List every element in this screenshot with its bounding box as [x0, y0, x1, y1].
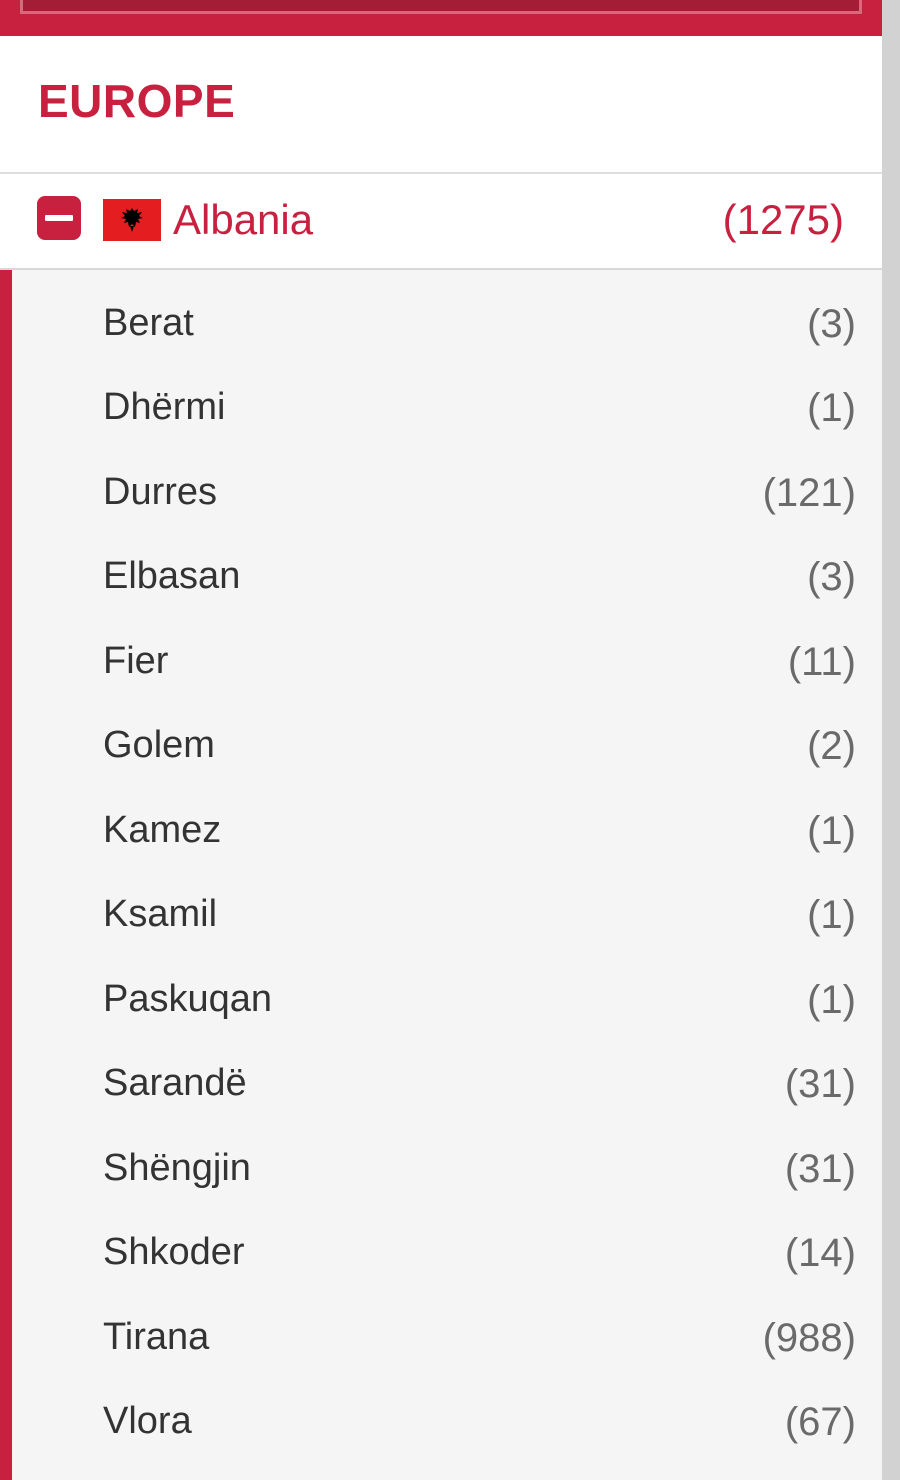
albania-flag-icon — [103, 199, 161, 241]
city-item-ksamil[interactable]: Ksamil (1) — [12, 875, 882, 959]
region-title: EUROPE — [38, 75, 236, 127]
city-item-tirana[interactable]: Tirana (988) — [12, 1298, 882, 1382]
country-row-albania[interactable]: Albania (1275) — [0, 174, 882, 270]
city-item-berat[interactable]: Berat (3) — [12, 284, 882, 368]
city-count: (11) — [787, 640, 856, 684]
city-count: (3) — [807, 302, 856, 346]
city-list: Berat (3) Dhërmi (1) Durres (121) Elbasa… — [0, 270, 882, 1480]
city-count: (1) — [807, 809, 856, 853]
city-name[interactable]: Sarandë — [103, 1062, 247, 1105]
city-count: (14) — [784, 1231, 856, 1275]
city-count: (1) — [807, 893, 856, 937]
city-count: (121) — [762, 471, 856, 515]
city-name[interactable]: Elbasan — [103, 555, 240, 598]
city-item-golem[interactable]: Golem (2) — [12, 706, 882, 790]
flag-eagle-icon — [103, 199, 161, 241]
city-item-dhermi[interactable]: Dhërmi (1) — [12, 368, 882, 452]
country-count: (1275) — [722, 196, 844, 243]
city-name[interactable]: Paskuqan — [103, 978, 272, 1021]
city-name[interactable]: Durres — [103, 471, 217, 514]
city-item-shkoder[interactable]: Shkoder (14) — [12, 1213, 882, 1297]
city-count: (31) — [784, 1062, 856, 1106]
city-name[interactable]: Golem — [103, 724, 215, 767]
city-count: (2) — [807, 724, 856, 768]
top-banner — [0, 0, 882, 36]
city-item-paskuqan[interactable]: Paskuqan (1) — [12, 960, 882, 1044]
minus-bar — [45, 215, 73, 221]
scrollbar[interactable] — [882, 0, 900, 1480]
city-name[interactable]: Tirana — [103, 1316, 209, 1359]
country-name[interactable]: Albania — [173, 196, 313, 244]
minus-square-icon[interactable] — [37, 196, 81, 240]
city-name[interactable]: Berat — [103, 302, 194, 345]
city-item-vlora[interactable]: Vlora (67) — [12, 1382, 882, 1466]
city-item-elbasan[interactable]: Elbasan (3) — [12, 537, 882, 621]
city-item-fier[interactable]: Fier (11) — [12, 622, 882, 706]
city-name[interactable]: Shëngjin — [103, 1147, 251, 1190]
city-name[interactable]: Ksamil — [103, 893, 217, 936]
city-item-shengjin[interactable]: Shëngjin (31) — [12, 1129, 882, 1213]
city-count: (1) — [807, 978, 856, 1022]
top-banner-inner — [20, 0, 862, 14]
city-count: (988) — [762, 1316, 856, 1360]
city-item-kamez[interactable]: Kamez (1) — [12, 791, 882, 875]
city-count: (67) — [784, 1400, 856, 1444]
city-count: (1) — [807, 386, 856, 430]
city-name[interactable]: Kamez — [103, 809, 221, 852]
city-name[interactable]: Dhërmi — [103, 386, 225, 429]
city-count: (31) — [784, 1147, 856, 1191]
region-header: EUROPE — [0, 36, 882, 174]
location-panel: EUROPE Albania (1275) Berat (3) Dhërmi (… — [0, 0, 882, 1480]
city-item-durres[interactable]: Durres (121) — [12, 453, 882, 537]
city-name[interactable]: Vlora — [103, 1400, 192, 1443]
city-name[interactable]: Shkoder — [103, 1231, 245, 1274]
city-name[interactable]: Fier — [103, 640, 168, 683]
location-filter-frame: EUROPE Albania (1275) Berat (3) Dhërmi (… — [0, 0, 900, 1480]
city-item-sarande[interactable]: Sarandë (31) — [12, 1044, 882, 1128]
city-count: (3) — [807, 555, 856, 599]
